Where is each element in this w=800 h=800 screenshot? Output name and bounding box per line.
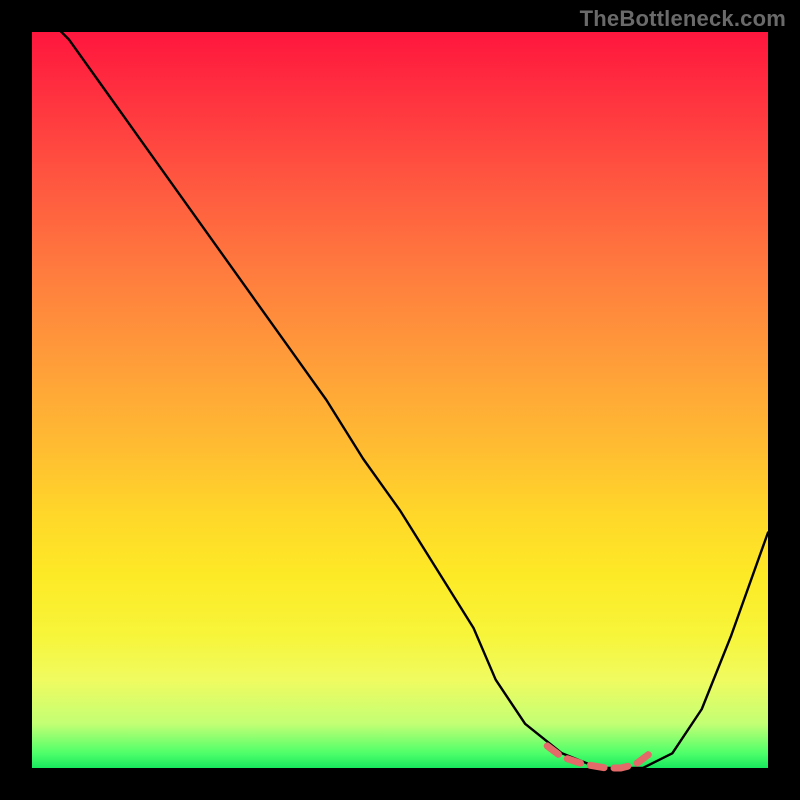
curve-svg	[32, 32, 768, 768]
plot-area	[32, 32, 768, 768]
highlight-segment	[547, 746, 650, 768]
chart-container: TheBottleneck.com	[0, 0, 800, 800]
bottleneck-curve	[32, 3, 768, 768]
watermark-text: TheBottleneck.com	[580, 6, 786, 32]
